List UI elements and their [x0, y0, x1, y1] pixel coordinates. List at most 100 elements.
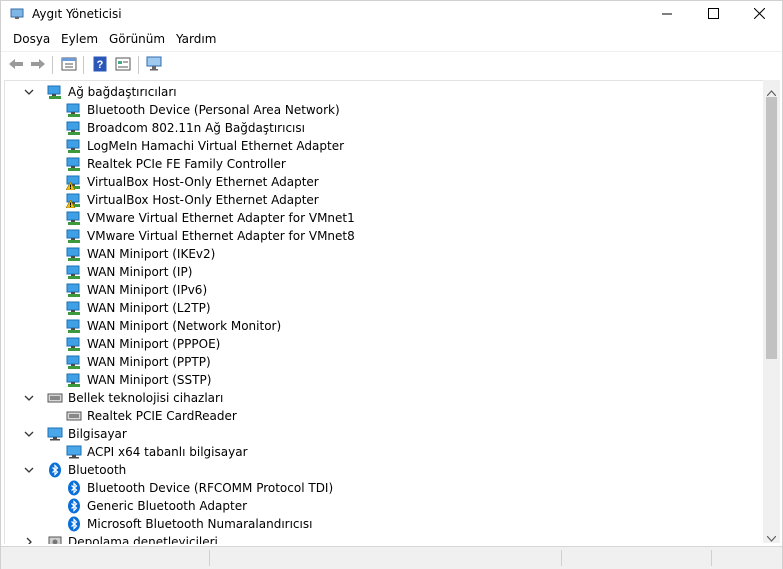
device-item[interactable]: VMware Virtual Ethernet Adapter for VMne… [66, 227, 355, 245]
device-label: Bluetooth Device (RFCOMM Protocol TDI) [87, 481, 334, 495]
minimize-button[interactable] [644, 1, 690, 28]
menu-view[interactable]: Görünüm [107, 32, 167, 46]
network-adapter-icon [66, 210, 82, 226]
device-label: Generic Bluetooth Adapter [87, 499, 248, 513]
device-item[interactable]: WAN Miniport (IKEv2) [66, 245, 215, 263]
chevron-down-icon[interactable] [23, 464, 35, 476]
device-item[interactable]: WAN Miniport (SSTP) [66, 371, 211, 389]
device-item[interactable]: Microsoft Bluetooth Numaralandırıcısı [66, 515, 312, 533]
network-adapter-icon [47, 84, 63, 100]
status-divider [561, 550, 562, 566]
device-label: WAN Miniport (PPPOE) [87, 337, 221, 351]
chevron-down-icon[interactable] [23, 86, 35, 98]
menu-bar: Dosya Eylem Görünüm Yardım [1, 29, 782, 50]
device-item[interactable]: ACPI x64 tabanlı bilgisayar [66, 443, 248, 461]
chevron-right-icon[interactable] [23, 536, 35, 544]
category-label: Bellek teknolojisi cihazları [68, 391, 224, 405]
bluetooth-icon [66, 516, 82, 532]
device-label: WAN Miniport (PPTP) [87, 355, 211, 369]
update-driver-button[interactable] [113, 55, 133, 75]
device-item[interactable]: Realtek PCIE CardReader [66, 407, 237, 425]
properties-button[interactable] [59, 55, 79, 75]
device-label: Realtek PCIE CardReader [87, 409, 237, 423]
scan-hardware-icon [146, 56, 164, 75]
device-item[interactable]: WAN Miniport (L2TP) [66, 299, 211, 317]
device-label: VMware Virtual Ethernet Adapter for VMne… [87, 229, 355, 243]
device-label: WAN Miniport (IKEv2) [87, 247, 216, 261]
device-item[interactable]: VirtualBox Host-Only Ethernet Adapter [66, 191, 319, 209]
device-label: Bluetooth Device (Personal Area Network) [87, 103, 340, 117]
device-label: Microsoft Bluetooth Numaralandırıcısı [87, 517, 313, 531]
device-item[interactable]: Generic Bluetooth Adapter [66, 497, 247, 515]
device-item[interactable]: VMware Virtual Ethernet Adapter for VMne… [66, 209, 355, 227]
network-adapter-icon [66, 138, 82, 154]
category-computer[interactable]: Bilgisayar [24, 425, 127, 443]
category-storage-controllers[interactable]: Depolama denetleyicileri [26, 533, 218, 544]
toolbar: ? [1, 51, 782, 79]
maximize-icon [707, 7, 719, 22]
device-item[interactable]: Bluetooth Device (RFCOMM Protocol TDI) [66, 479, 333, 497]
network-adapter-icon [66, 300, 82, 316]
device-item[interactable]: Broadcom 802.11n Ağ Bağdaştırıcısı [66, 119, 305, 137]
device-item[interactable]: VirtualBox Host-Only Ethernet Adapter [66, 173, 319, 191]
scrollbar-thumb[interactable] [766, 97, 777, 359]
card-reader-icon [66, 408, 82, 424]
bluetooth-icon [47, 462, 63, 478]
device-item[interactable]: LogMeIn Hamachi Virtual Ethernet Adapter [66, 137, 344, 155]
status-divider [711, 550, 712, 566]
computer-icon [47, 426, 63, 442]
help-icon: ? [93, 56, 107, 75]
device-label: Realtek PCIe FE Family Controller [87, 157, 286, 171]
device-label: LogMeIn Hamachi Virtual Ethernet Adapter [87, 139, 345, 153]
toolbar-separator [138, 56, 139, 74]
device-label: ACPI x64 tabanlı bilgisayar [87, 445, 248, 459]
device-label: WAN Miniport (Network Monitor) [87, 319, 282, 333]
forward-arrow-icon [30, 57, 46, 74]
forward-button[interactable] [28, 55, 48, 75]
device-item[interactable]: WAN Miniport (IP) [66, 263, 192, 281]
device-item[interactable]: WAN Miniport (Network Monitor) [66, 317, 281, 335]
maximize-button[interactable] [690, 1, 736, 28]
device-item[interactable]: WAN Miniport (PPPOE) [66, 335, 220, 353]
properties-icon [61, 57, 77, 74]
toolbar-separator [83, 56, 84, 74]
category-memory-technology[interactable]: Bellek teknolojisi cihazları [24, 389, 224, 407]
close-icon [753, 7, 765, 22]
device-label: WAN Miniport (IPv6) [87, 283, 208, 297]
device-item[interactable]: Bluetooth Device (Personal Area Network) [66, 101, 340, 119]
toolbar-separator [52, 56, 53, 74]
scan-hardware-button[interactable] [145, 55, 165, 75]
network-adapter-icon [66, 264, 82, 280]
device-label: VirtualBox Host-Only Ethernet Adapter [87, 193, 319, 207]
menu-help[interactable]: Yardım [174, 32, 218, 46]
status-bar [1, 546, 782, 569]
network-adapter-icon [66, 372, 82, 388]
category-label: Depolama denetleyicileri [68, 535, 218, 544]
chevron-down-icon[interactable] [23, 392, 35, 404]
category-network-adapters[interactable]: Ağ bağdaştırıcıları [24, 83, 177, 101]
update-driver-icon [115, 57, 131, 74]
help-button[interactable]: ? [90, 55, 110, 75]
back-button[interactable] [6, 55, 26, 75]
menu-action[interactable]: Eylem [59, 32, 100, 46]
network-adapter-icon [66, 228, 82, 244]
device-label: Broadcom 802.11n Ağ Bağdaştırıcısı [87, 121, 305, 135]
category-label: Ağ bağdaştırıcıları [68, 85, 177, 99]
network-adapter-icon [66, 102, 82, 118]
vertical-scrollbar[interactable] [763, 80, 780, 543]
chevron-down-icon[interactable] [23, 428, 35, 440]
network-adapter-icon [66, 336, 82, 352]
scroll-down-arrow-icon[interactable] [766, 531, 777, 545]
device-manager-window: Aygıt Yöneticisi Dosya Eylem Görünüm Yar… [0, 0, 783, 569]
device-item[interactable]: WAN Miniport (IPv6) [66, 281, 207, 299]
network-adapter-warning-icon [66, 174, 82, 190]
device-item[interactable]: WAN Miniport (PPTP) [66, 353, 211, 371]
window-title: Aygıt Yöneticisi [32, 7, 122, 21]
network-adapter-icon [66, 354, 82, 370]
category-bluetooth[interactable]: Bluetooth [24, 461, 126, 479]
close-button[interactable] [736, 1, 782, 28]
device-item[interactable]: Realtek PCIe FE Family Controller [66, 155, 286, 173]
menu-file[interactable]: Dosya [11, 32, 52, 46]
memory-device-icon [47, 390, 63, 406]
svg-text:?: ? [97, 59, 104, 71]
